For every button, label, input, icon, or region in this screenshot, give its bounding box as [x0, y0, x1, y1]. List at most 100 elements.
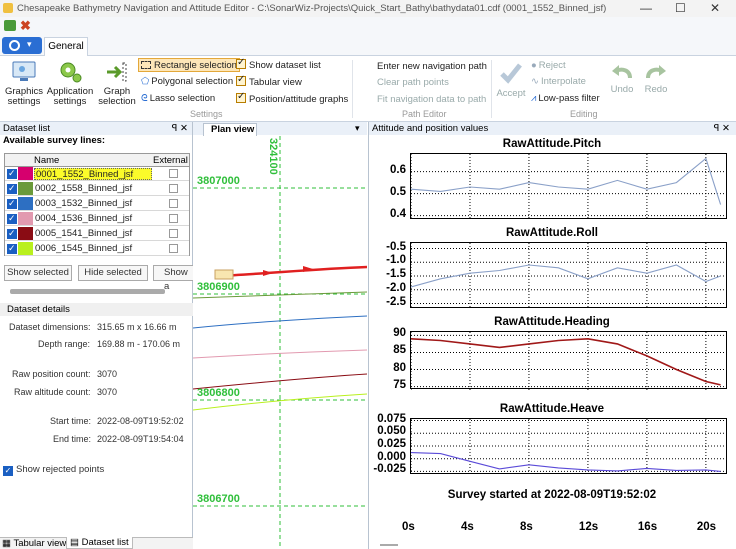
y-tick-label: -0.5	[386, 240, 406, 253]
x-tick-label: 8s	[519, 521, 533, 533]
horizontal-scrollbar[interactable]	[10, 289, 165, 294]
editing-group-label: Editing	[570, 109, 598, 119]
list-icon: ▤	[70, 537, 79, 548]
external-checkbox[interactable]	[169, 169, 178, 178]
tab-tabular-view[interactable]: ▦ Tabular view	[2, 538, 66, 549]
row-name: 0001_1552_Binned_jsf	[34, 168, 152, 180]
clear-path-points-button[interactable]: Clear path points	[377, 77, 449, 88]
show-dataset-list-toggle[interactable]: Show dataset list	[236, 57, 321, 71]
show-dataset-list-label: Show dataset list	[249, 60, 321, 71]
row-checkbox[interactable]	[6, 168, 18, 180]
left-bottom-tabs: ▦ Tabular view ▤ Dataset list	[0, 537, 193, 549]
pin-close-icon[interactable]: ꟼ ✕	[172, 122, 188, 135]
y-tick-label: -1.5	[386, 268, 406, 280]
interpolate-button[interactable]: ∿ Interpolate	[531, 76, 586, 87]
external-checkbox[interactable]	[169, 244, 178, 253]
tab-general[interactable]: General	[44, 37, 88, 57]
position-attitude-graphs-toggle[interactable]: Position/attitude graphs	[236, 91, 348, 105]
y-tick-label: 75	[393, 378, 406, 391]
show-all-button[interactable]: Show a	[153, 265, 193, 292]
application-settings-button[interactable]: Application settings	[46, 60, 94, 107]
col-name-header: Name	[34, 155, 60, 166]
app-icon	[3, 3, 13, 13]
table-row[interactable]: 0006_1545_Binned_jsf	[5, 242, 189, 256]
show-selected-button[interactable]: Show selected	[4, 265, 72, 281]
graph-plot-area[interactable]	[410, 331, 728, 390]
raw-altitude-value: 3070	[97, 387, 118, 397]
row-name: 0004_1536_Binned_jsf	[35, 213, 133, 224]
settings-group-label: Settings	[190, 109, 223, 119]
checkbox-icon	[236, 74, 246, 86]
fit-navigation-button[interactable]: Fit navigation data to path	[377, 94, 486, 105]
grid-icon: ▦	[2, 538, 11, 549]
table-row[interactable]: 0004_1536_Binned_jsf	[5, 212, 189, 226]
low-pass-filter-button[interactable]: ⩘ Low-pass filter	[531, 93, 600, 104]
plan-view-panel[interactable]: Plan view ▾ 3807000 3806900 3806800 3806…	[193, 122, 367, 549]
row-checkbox[interactable]	[6, 198, 18, 210]
enter-new-path-button[interactable]: Enter new navigation path	[377, 61, 487, 72]
external-checkbox[interactable]	[169, 229, 178, 238]
graph-plot-area[interactable]	[410, 242, 728, 309]
track-start-marker	[214, 269, 234, 280]
row-checkbox[interactable]	[6, 183, 18, 195]
graph-title: RawAttitude.Pitch	[502, 138, 602, 150]
reject-icon: ●	[531, 60, 537, 71]
y-tick-label: -2.5	[386, 295, 406, 308]
y-tick-label: 0.6	[390, 163, 406, 176]
graph-title: RawAttitude.Heading	[494, 316, 610, 328]
undo-button[interactable]: Undo	[606, 62, 638, 95]
polygonal-selection-button[interactable]: ⬠ Polygonal selection	[141, 76, 233, 87]
graph-plot-area[interactable]	[410, 153, 728, 220]
table-row[interactable]: 0003_1532_Binned_jsf	[5, 197, 189, 211]
divider	[352, 60, 353, 118]
track-line-0001[interactable]	[216, 265, 367, 278]
start-time-value: 2022-08-09T19:52:02	[97, 416, 184, 426]
rectangle-selection-button[interactable]: Rectangle selection	[138, 58, 240, 72]
y-tick-label: 0.000	[377, 450, 406, 463]
row-checkbox[interactable]	[6, 243, 18, 255]
accept-button[interactable]: Accept	[495, 60, 527, 99]
interpolate-label: Interpolate	[540, 76, 586, 87]
graph-selection-label: Graph selection	[98, 86, 136, 107]
application-settings-label: Application settings	[46, 86, 94, 107]
plan-view-map[interactable]	[193, 136, 367, 549]
graph-plot-area[interactable]	[410, 418, 728, 475]
graphics-settings-button[interactable]: Graphics settings	[4, 60, 44, 107]
row-checkbox[interactable]	[6, 228, 18, 240]
horizontal-scrollbar[interactable]	[380, 544, 398, 546]
table-row[interactable]: 0005_1541_Binned_jsf	[5, 227, 189, 241]
external-checkbox[interactable]	[169, 184, 178, 193]
minimize-button[interactable]: —	[640, 1, 652, 15]
redo-icon	[646, 65, 666, 79]
show-rejected-toggle[interactable]: ✓ Show rejected points	[3, 464, 104, 476]
dropdown-icon[interactable]: ▾	[355, 123, 360, 134]
end-time-label: End time:	[53, 434, 92, 444]
attitude-header: Attitude and position values ꟼ ✕	[369, 122, 736, 135]
tab-dataset-list[interactable]: ▤ Dataset list	[66, 537, 133, 549]
tab-plan-view[interactable]: Plan view	[203, 123, 257, 136]
close-file-icon[interactable]: ✖	[20, 18, 31, 34]
ribbon-tab-row	[0, 35, 736, 56]
polygon-select-icon: ⬠	[141, 76, 150, 87]
app-menu-button[interactable]: ▾	[2, 37, 42, 54]
table-row[interactable]: 0001_1552_Binned_jsf	[5, 167, 189, 181]
window-title: Chesapeake Bathymetry Navigation and Att…	[17, 3, 607, 14]
reject-button[interactable]: ● Reject	[531, 60, 566, 71]
external-checkbox[interactable]	[169, 214, 178, 223]
maximize-button[interactable]: ☐	[675, 1, 686, 15]
row-checkbox[interactable]	[6, 213, 18, 225]
tabular-view-toggle[interactable]: Tabular view	[236, 74, 302, 88]
pin-close-icon[interactable]: ꟼ ✕	[714, 122, 730, 135]
external-checkbox[interactable]	[169, 199, 178, 208]
reject-label: Reject	[538, 60, 566, 71]
lasso-selection-label: Lasso selection	[149, 93, 216, 104]
table-row[interactable]: 0002_1558_Binned_jsf	[5, 182, 189, 196]
row-name: 0002_1558_Binned_jsf	[35, 183, 133, 194]
redo-button[interactable]: Redo	[640, 62, 672, 95]
close-button[interactable]: ✕	[710, 1, 720, 15]
graph-selection-button[interactable]: Graph selection	[98, 60, 136, 107]
hide-selected-button[interactable]: Hide selected	[78, 265, 148, 281]
gears-icon	[60, 62, 82, 83]
lasso-selection-button[interactable]: ᘓ Lasso selection	[141, 93, 215, 104]
new-icon[interactable]	[4, 20, 16, 31]
